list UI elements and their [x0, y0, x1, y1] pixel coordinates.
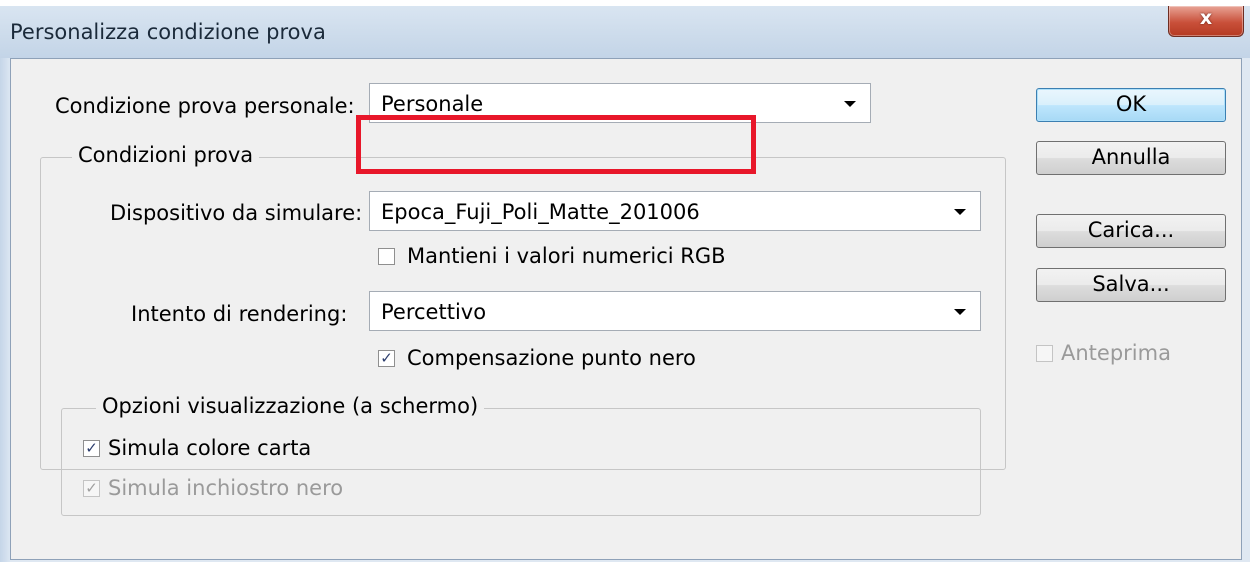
save-button[interactable]: Salva... [1036, 268, 1226, 302]
display-options-title: Opzioni visualizzazione (a schermo) [96, 394, 485, 418]
black-point-checkbox[interactable]: ✓ [378, 350, 395, 367]
intent-label: Intento di rendering: [131, 302, 348, 326]
black-ink-label: Simula inchiostro nero [108, 476, 344, 500]
intent-value: Percettivo [381, 300, 487, 324]
preserve-rgb-label: Mantieni i valori numerici RGB [407, 244, 726, 268]
chevron-down-icon [954, 309, 966, 315]
preview-checkbox[interactable] [1036, 345, 1053, 362]
device-value: Epoca_Fuji_Poli_Matte_201006 [381, 200, 700, 224]
intent-select[interactable]: Percettivo [369, 291, 981, 331]
window-frame-left [0, 58, 10, 562]
device-label: Dispositivo da simulare: [110, 201, 363, 225]
dialog-title: Personalizza condizione prova [10, 20, 326, 44]
device-select[interactable]: Epoca_Fuji_Poli_Matte_201006 [369, 191, 981, 231]
preview-label: Anteprima [1061, 341, 1171, 365]
preserve-rgb-checkbox[interactable] [378, 248, 395, 265]
dialog-window: Personalizza condizione prova x Condizio… [0, 6, 1250, 562]
load-button[interactable]: Carica... [1036, 214, 1226, 248]
black-ink-checkbox[interactable]: ✓ [83, 480, 100, 497]
chevron-down-icon [844, 101, 856, 107]
close-icon: x [1199, 7, 1213, 29]
close-button[interactable]: x [1168, 6, 1244, 37]
cancel-button[interactable]: Annulla [1036, 141, 1226, 175]
black-point-label: Compensazione punto nero [407, 346, 696, 370]
chevron-down-icon [954, 209, 966, 215]
annotation-highlight-box [356, 115, 756, 174]
custom-condition-value: Personale [381, 92, 484, 116]
proof-conditions-title: Condizioni prova [72, 143, 260, 167]
ok-button[interactable]: OK [1036, 88, 1226, 122]
paper-color-checkbox[interactable]: ✓ [83, 440, 100, 457]
custom-condition-label: Condizione prova personale: [55, 94, 355, 118]
title-bar[interactable]: Personalizza condizione prova x [0, 6, 1250, 58]
paper-color-label: Simula colore carta [108, 436, 312, 460]
